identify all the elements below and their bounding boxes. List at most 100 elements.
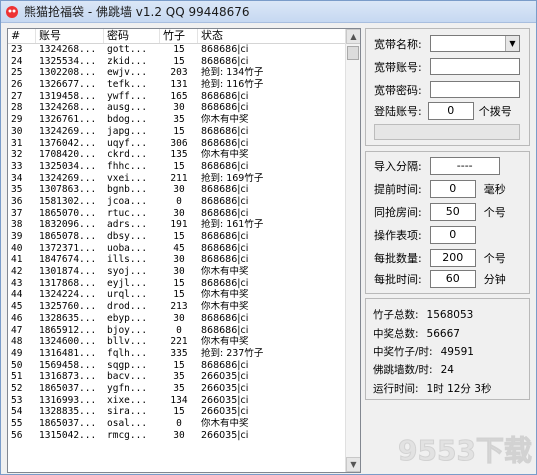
table-row[interactable]: 48 1324600... bllv... 221 你木有中奖 bbox=[8, 336, 360, 348]
table-row[interactable]: 36 1581302... jcoa... 0 868686|ci bbox=[8, 196, 360, 208]
row-status: 868686|ci bbox=[201, 254, 249, 266]
table-row[interactable]: 40 1372371... uoba... 45 868686|ci bbox=[8, 243, 360, 255]
scroll-thumb[interactable] bbox=[347, 46, 359, 60]
row-account: 1324268... bbox=[39, 44, 97, 55]
row-status: 868686|ci bbox=[201, 102, 249, 114]
table-row[interactable]: 23 1324268... gott... 15 868686|ci bbox=[8, 44, 360, 56]
col-header-index[interactable]: # bbox=[8, 29, 36, 43]
row-account: 1708420... bbox=[39, 149, 97, 161]
row-bamboo: 30 bbox=[173, 254, 185, 266]
row-password: tefk... bbox=[107, 79, 148, 91]
win-total-stat: 中奖总数: 56667 bbox=[373, 326, 460, 341]
table-row[interactable]: 42 1301874... syoj... 30 你木有中奖 bbox=[8, 266, 360, 278]
table-row[interactable]: 32 1708420... ckrd... 135 你木有中奖 bbox=[8, 149, 360, 161]
op-label: 操作表项: bbox=[374, 229, 422, 242]
account-list[interactable]: # 账号 密码 竹子 状态 23 1324268... gott... 15 86868… bbox=[7, 28, 361, 473]
row-account: 1307863... bbox=[39, 184, 97, 196]
table-row[interactable]: 34 1324269... vxei... 211 抢到: 169竹子 bbox=[8, 173, 360, 185]
watermark-logo: 9553下载 bbox=[398, 434, 533, 468]
broadband-account-label: 宽带账号: bbox=[374, 61, 422, 74]
row-index: 48 bbox=[11, 336, 23, 348]
batch-time-input[interactable]: 60 bbox=[429, 270, 476, 288]
table-row[interactable]: 49 1316481... fqlh... 335 抢到: 237竹子 bbox=[8, 348, 360, 360]
table-row[interactable]: 56 1315042... rmcg... 30 266035|ci bbox=[8, 430, 360, 442]
batch-input[interactable]: 200 bbox=[429, 249, 476, 267]
runtime-label: 运行时间: bbox=[373, 383, 419, 395]
col-header-account[interactable]: 账号 bbox=[36, 29, 104, 43]
row-account: 1302208... bbox=[39, 67, 97, 79]
row-bamboo: 0 bbox=[176, 195, 182, 207]
table-row[interactable]: 51 1316873... bacv... 35 266035|ci bbox=[8, 371, 360, 383]
row-index: 34 bbox=[11, 172, 23, 184]
table-row[interactable]: 27 1319458... ywff... 165 868686|ci bbox=[8, 91, 360, 103]
table-row[interactable]: 24 1325534... zkid... 15 868686|ci bbox=[8, 56, 360, 68]
row-password: sira... bbox=[107, 406, 148, 418]
table-row[interactable]: 53 1316993... xixe... 134 266035|ci bbox=[8, 395, 360, 407]
row-password: ygfn... bbox=[107, 382, 148, 394]
login-account-label: 登陆账号: bbox=[374, 105, 422, 118]
table-row[interactable]: 52 1865037... ygfn... 35 266035|ci bbox=[8, 383, 360, 395]
room-input[interactable]: 50 bbox=[429, 203, 476, 221]
table-row[interactable]: 43 1317868... eyjl... 15 868686|ci bbox=[8, 278, 360, 290]
row-password: adrs... bbox=[107, 219, 148, 231]
row-account: 1865037... bbox=[39, 418, 97, 429]
row-bamboo: 211 bbox=[170, 172, 188, 184]
table-row[interactable]: 33 1325034... fhhc... 15 868686|ci bbox=[8, 161, 360, 173]
broadband-name-dropdown[interactable]: ▼ bbox=[430, 35, 520, 52]
table-row[interactable]: 38 1832096... adrs... 191 抢到: 161竹子 bbox=[8, 219, 360, 231]
list-scrollbar[interactable]: ▲ ▼ bbox=[345, 29, 360, 472]
dial-suffix-label: 个拨号 bbox=[478, 105, 512, 118]
row-password: japg... bbox=[107, 125, 148, 137]
table-row[interactable]: 50 1569458... sqgp... 15 868686|ci bbox=[8, 360, 360, 372]
dropdown-arrow-icon[interactable]: ▼ bbox=[505, 36, 519, 51]
table-row[interactable]: 41 1847674... ills... 30 868686|ci bbox=[8, 254, 360, 266]
table-row[interactable]: 26 1326677... tefk... 131 抢到: 116竹子 bbox=[8, 79, 360, 91]
table-row[interactable]: 39 1865078... dbsy... 15 868686|ci bbox=[8, 231, 360, 243]
row-index: 25 bbox=[11, 67, 23, 79]
login-account-input[interactable]: 0 bbox=[427, 102, 474, 120]
scroll-down-arrow-icon[interactable]: ▼ bbox=[346, 457, 360, 472]
table-row[interactable]: 54 1328835... sira... 15 266035|ci bbox=[8, 406, 360, 418]
win-total-label: 中奖总数: bbox=[373, 328, 419, 340]
scroll-up-arrow-icon[interactable]: ▲ bbox=[346, 29, 360, 44]
table-row[interactable]: 45 1325760... drod... 213 你木有中奖 bbox=[8, 301, 360, 313]
broadband-password-input[interactable] bbox=[430, 81, 520, 98]
row-password: ewjv... bbox=[107, 67, 148, 79]
op-input[interactable]: 0 bbox=[429, 226, 476, 244]
broadband-panel: 宽带名称: ▼ 宽带账号: 宽带密码: 登陆账号: 0 个拨号 bbox=[365, 28, 530, 146]
batch-row: 每批数量: 200 个号 bbox=[374, 249, 506, 267]
row-status: 你木有中奖 bbox=[201, 289, 249, 301]
row-index: 39 bbox=[11, 231, 23, 242]
col-header-bamboo[interactable]: 竹子 bbox=[160, 29, 198, 43]
row-index: 47 bbox=[11, 324, 23, 336]
title-bar: 熊猫抢福袋 - 佛跳墙 v1.2 QQ 99448676 bbox=[1, 1, 536, 23]
table-row[interactable]: 47 1865912... bjoy... 0 868686|ci bbox=[8, 325, 360, 337]
batch-label: 每批数量: bbox=[374, 252, 422, 265]
watermark-text: 9553下载 bbox=[398, 434, 532, 467]
col-header-password[interactable]: 密码 bbox=[104, 29, 160, 43]
advance-input[interactable]: 0 bbox=[429, 180, 476, 198]
row-status: 868686|ci bbox=[201, 90, 249, 102]
table-row[interactable]: 30 1324269... japg... 15 868686|ci bbox=[8, 126, 360, 138]
row-bamboo: 0 bbox=[176, 324, 182, 336]
row-bamboo: 0 bbox=[176, 418, 182, 429]
table-row[interactable]: 46 1328635... ebyp... 30 868686|ci bbox=[8, 313, 360, 325]
row-account: 1847674... bbox=[39, 254, 97, 266]
row-account: 1325760... bbox=[39, 301, 97, 313]
row-index: 43 bbox=[11, 277, 23, 289]
table-row[interactable]: 35 1307863... bgnb... 30 868686|ci bbox=[8, 184, 360, 196]
row-password: jcoa... bbox=[107, 195, 148, 207]
import-sep-input[interactable]: ---- bbox=[429, 157, 500, 175]
col-header-status[interactable]: 状态 bbox=[198, 29, 346, 43]
row-bamboo: 191 bbox=[170, 219, 188, 231]
table-row[interactable]: 28 1324268... ausg... 30 868686|ci bbox=[8, 102, 360, 114]
table-row[interactable]: 25 1302208... ewjv... 203 抢到: 134竹子 bbox=[8, 67, 360, 79]
table-row[interactable]: 31 1376042... uqyf... 306 868686|ci bbox=[8, 138, 360, 150]
broadband-account-input[interactable] bbox=[430, 58, 520, 75]
row-bamboo: 30 bbox=[173, 266, 185, 278]
table-row[interactable]: 55 1865037... osal... 0 你木有中奖 bbox=[8, 418, 360, 430]
table-row[interactable]: 37 1865070... rtuc... 30 868686|ci bbox=[8, 208, 360, 220]
table-row[interactable]: 44 1324224... urql... 15 你木有中奖 bbox=[8, 289, 360, 301]
table-row[interactable]: 29 1326761... bdog... 35 你木有中奖 bbox=[8, 114, 360, 126]
row-index: 36 bbox=[11, 195, 23, 207]
